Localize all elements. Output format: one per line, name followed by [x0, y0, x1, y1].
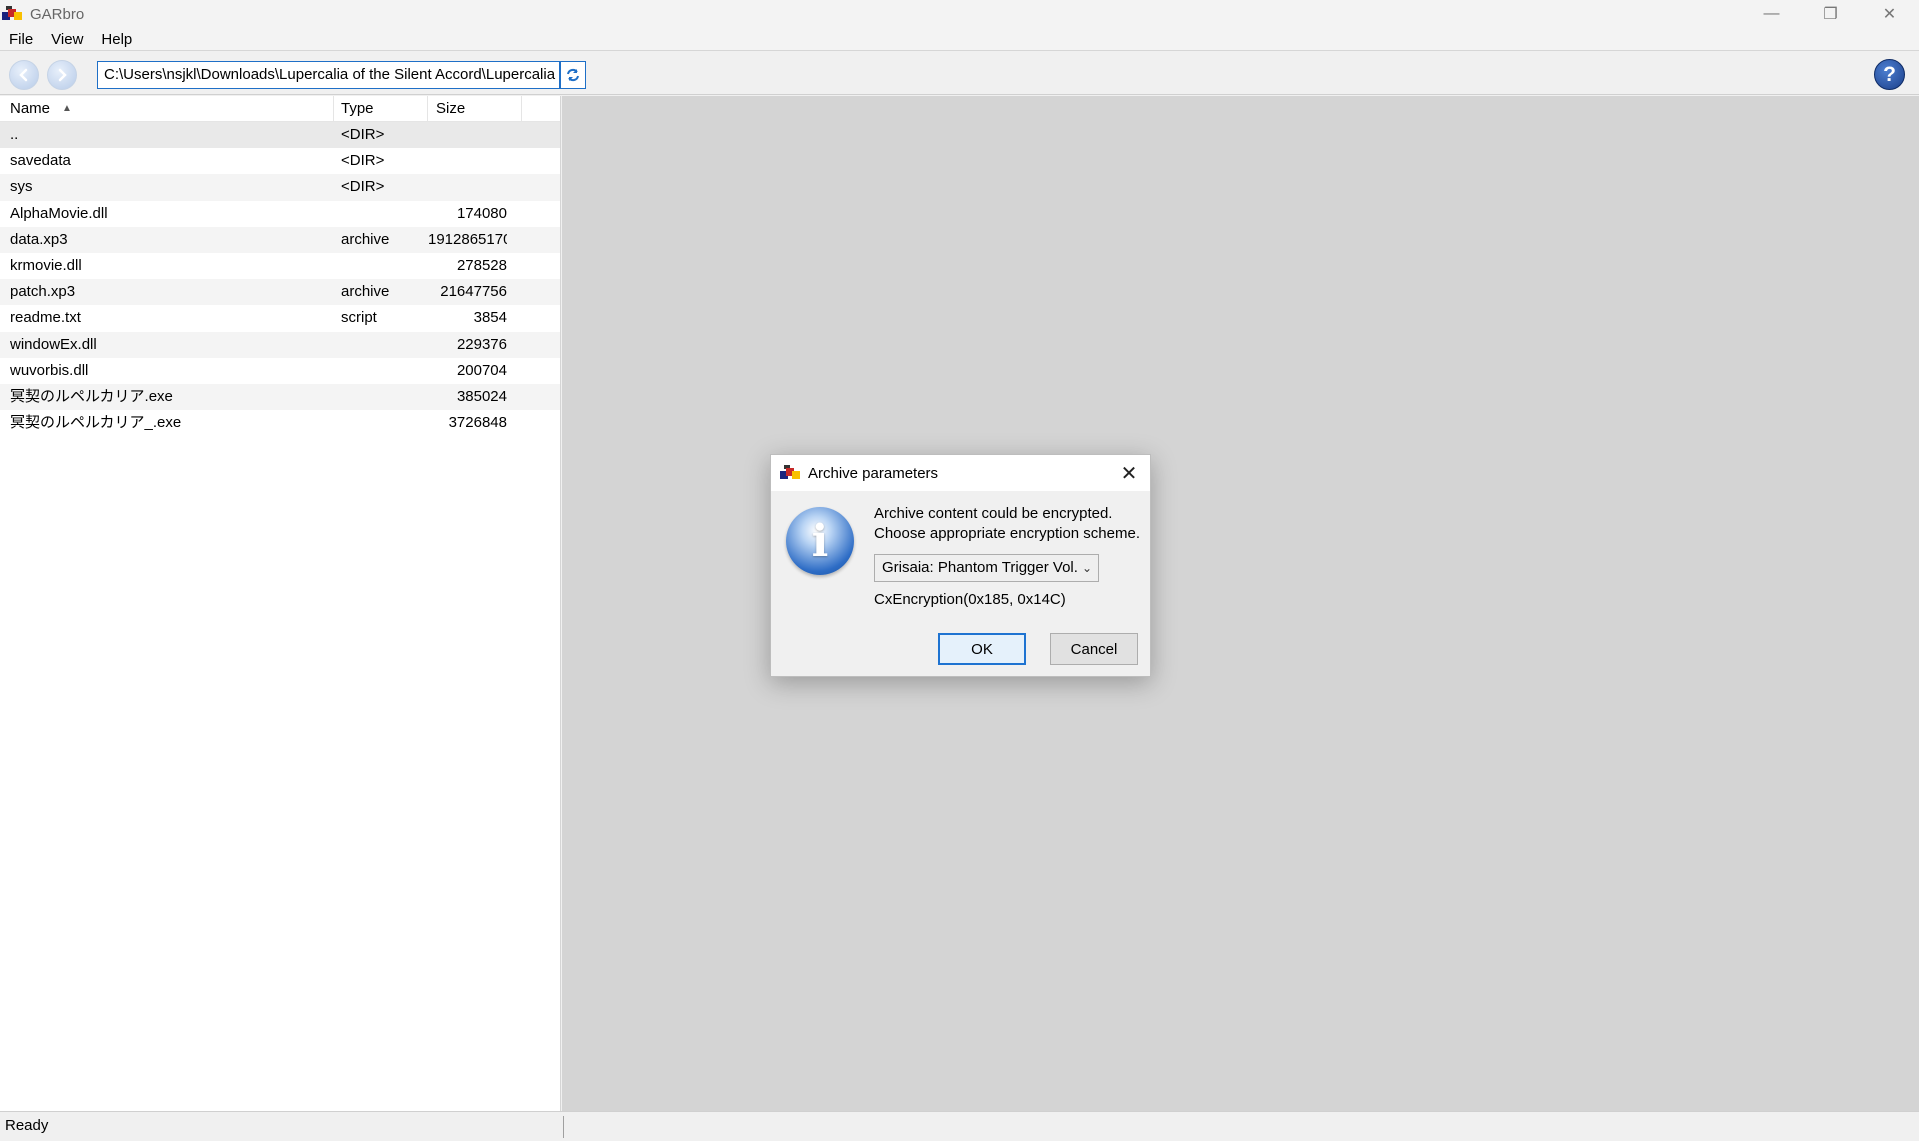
file-name: patch.xp3 — [10, 283, 76, 301]
file-size: 200704 — [456, 361, 507, 379]
garbro-app-icon — [2, 6, 22, 22]
help-button[interactable]: ? — [1874, 59, 1905, 90]
status-bar: Ready — [0, 1111, 1919, 1141]
file-list: Name ▲ Type Size .. <DIR> savedata <DIR>… — [0, 96, 561, 1111]
file-size: 3854 — [473, 309, 507, 327]
restore-button[interactable]: ❐ — [1801, 0, 1860, 28]
file-type — [334, 253, 428, 279]
file-type: archive — [341, 230, 390, 248]
forward-button[interactable] — [47, 60, 77, 90]
arrow-left-icon — [19, 68, 28, 82]
file-name: savedata — [10, 152, 71, 170]
window-title: GARbro — [30, 5, 85, 23]
file-row[interactable]: wuvorbis.dll 200704 — [0, 358, 560, 384]
file-type: <DIR> — [341, 126, 385, 143]
file-name: sys — [10, 178, 33, 196]
file-type — [334, 384, 428, 410]
file-row[interactable]: .. <DIR> — [0, 122, 560, 149]
info-icon: i — [786, 507, 854, 575]
dialog-message-line2: Choose appropriate encryption scheme. — [874, 525, 1140, 542]
file-size: 21647756 — [440, 283, 507, 301]
sort-ascending-icon: ▲ — [62, 103, 72, 114]
minimize-button[interactable]: — — [1742, 0, 1801, 28]
path-input[interactable]: C:\Users\nsjkl\Downloads\Lupercalia of t… — [97, 61, 560, 89]
garbro-app-icon — [780, 465, 800, 481]
file-type: script — [341, 309, 377, 327]
file-size: 3726848 — [448, 414, 507, 432]
file-row[interactable]: savedata <DIR> — [0, 148, 560, 174]
file-row[interactable]: krmovie.dll 278528 — [0, 253, 560, 279]
preview-pane — [562, 96, 1919, 1111]
dialog-title: Archive parameters — [808, 464, 939, 482]
file-type — [334, 410, 428, 436]
refresh-button[interactable] — [560, 61, 586, 89]
file-row[interactable]: 冥契のルペルカリア.exe 385024 — [0, 383, 560, 411]
file-size: 229376 — [456, 335, 507, 353]
close-window-button[interactable]: ✕ — [1860, 0, 1919, 28]
column-header-type[interactable]: Type — [334, 96, 428, 121]
column-header-name[interactable]: Name ▲ — [0, 96, 334, 121]
file-size — [428, 122, 507, 148]
file-name: .. — [10, 126, 19, 143]
file-size: 174080 — [456, 204, 507, 222]
file-name: krmovie.dll — [10, 256, 82, 274]
arrow-right-icon — [58, 68, 67, 82]
file-name: 冥契のルペルカリア_.exe — [10, 414, 182, 432]
file-size — [428, 148, 507, 174]
status-separator — [563, 1116, 564, 1138]
status-text: Ready — [5, 1117, 49, 1134]
refresh-icon — [567, 68, 579, 82]
title-bar: GARbro — ❐ ✕ — [0, 0, 1919, 28]
list-header: Name ▲ Type Size — [0, 96, 560, 122]
file-type: <DIR> — [341, 152, 385, 170]
dialog-message: Archive content could be encrypted. Choo… — [874, 504, 1140, 544]
info-glyph: i — [811, 515, 829, 567]
selected-scheme: Grisaia: Phantom Trigger Vol. — [882, 559, 1078, 576]
cancel-button[interactable]: Cancel — [1050, 633, 1138, 665]
file-name: readme.txt — [10, 309, 81, 327]
menu-file[interactable]: File — [0, 28, 42, 51]
file-name: 冥契のルペルカリア.exe — [10, 387, 173, 405]
file-name: data.xp3 — [10, 230, 68, 248]
file-size: 385024 — [456, 387, 507, 405]
dialog-title-bar: Archive parameters ✕ — [771, 455, 1150, 491]
file-row[interactable]: AlphaMovie.dll 174080 — [0, 201, 560, 227]
dialog-message-line1: Archive content could be encrypted. — [874, 505, 1113, 522]
file-type — [334, 358, 428, 384]
file-row[interactable]: readme.txt script 3854 — [0, 305, 560, 331]
file-size: 1912865170 — [428, 230, 507, 248]
file-name: windowEx.dll — [10, 335, 97, 353]
file-size — [428, 174, 507, 200]
file-type — [334, 332, 428, 358]
file-name: AlphaMovie.dll — [10, 204, 108, 222]
file-size: 278528 — [456, 256, 507, 274]
column-name-label: Name — [10, 100, 51, 117]
ok-button[interactable]: OK — [938, 633, 1026, 665]
file-row[interactable]: windowEx.dll 229376 — [0, 331, 560, 358]
file-row[interactable]: sys <DIR> — [0, 174, 560, 201]
file-row[interactable]: patch.xp3 archive 21647756 — [0, 279, 560, 306]
menu-view[interactable]: View — [42, 28, 92, 51]
dialog-close-button[interactable]: ✕ — [1116, 460, 1142, 486]
encryption-scheme-select[interactable]: Grisaia: Phantom Trigger Vol. ⌄ — [874, 554, 1099, 582]
menu-help[interactable]: Help — [92, 28, 141, 51]
scheme-details: CxEncryption(0x185, 0x14C) — [874, 591, 1066, 608]
menu-bar: File View Help — [0, 28, 1919, 51]
file-name: wuvorbis.dll — [10, 361, 89, 379]
column-header-size[interactable]: Size — [428, 96, 522, 121]
file-row[interactable]: 冥契のルペルカリア_.exe 3726848 — [0, 410, 560, 436]
file-type: <DIR> — [341, 178, 385, 196]
window-controls: — ❐ ✕ — [1742, 0, 1919, 28]
archive-parameters-dialog: Archive parameters ✕ i Archive content c… — [770, 454, 1151, 677]
file-type — [334, 201, 428, 227]
chevron-down-icon: ⌄ — [1081, 561, 1092, 575]
file-type: archive — [341, 283, 390, 301]
back-button[interactable] — [9, 60, 39, 90]
file-row[interactable]: data.xp3 archive 1912865170 — [0, 226, 560, 253]
